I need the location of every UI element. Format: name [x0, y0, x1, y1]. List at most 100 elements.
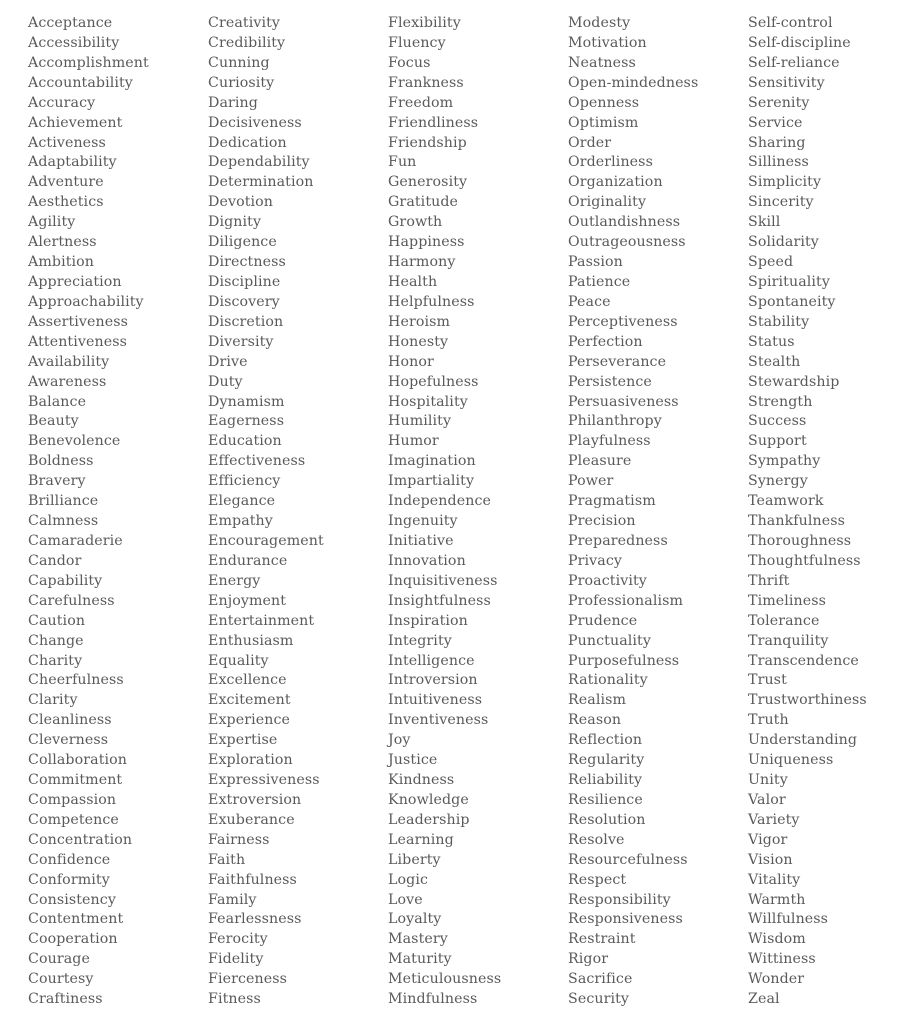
value-word: Truth — [748, 712, 789, 729]
value-word: Boldness — [28, 453, 94, 470]
value-word: Fierceness — [208, 971, 287, 988]
value-word: Energy — [208, 572, 261, 589]
value-word: Accessibility — [28, 34, 120, 51]
value-word: Learning — [388, 831, 454, 848]
value-word: Meticulousness — [388, 971, 502, 988]
value-word: Resilience — [568, 791, 643, 808]
value-word: Unity — [748, 772, 788, 789]
value-word: Sharing — [748, 134, 806, 151]
value-word: Happiness — [388, 234, 465, 251]
value-word: Faith — [208, 851, 246, 868]
value-word: Reason — [568, 712, 622, 729]
value-word: Compassion — [28, 791, 117, 808]
value-word: Change — [28, 632, 84, 649]
value-word: Justice — [388, 752, 438, 769]
value-word: Dignity — [208, 214, 262, 231]
value-word: Perceptiveness — [568, 313, 678, 330]
value-word: Status — [748, 333, 795, 350]
value-word: Vigor — [748, 831, 788, 848]
value-word: Sincerity — [748, 194, 814, 211]
value-word: Family — [208, 891, 257, 908]
value-word: Integrity — [388, 632, 452, 649]
value-word: Fidelity — [208, 951, 264, 968]
value-word: Honor — [388, 353, 434, 370]
value-word: Effectiveness — [208, 453, 306, 470]
value-word: Cheerfulness — [28, 672, 124, 689]
value-word: Introversion — [388, 672, 478, 689]
value-word: Expressiveness — [208, 772, 320, 789]
value-word: Tranquility — [748, 632, 829, 649]
value-word: Frankness — [388, 74, 464, 91]
value-word: Awareness — [28, 373, 107, 390]
value-word: Humility — [388, 413, 452, 430]
value-word: Love — [388, 891, 423, 908]
value-word: Playfulness — [568, 433, 651, 450]
value-word: Accountability — [28, 74, 133, 91]
value-word: Camaraderie — [28, 532, 123, 549]
value-word: Experience — [208, 712, 291, 729]
value-word: Availability — [28, 353, 110, 370]
value-word: Pragmatism — [568, 493, 656, 510]
value-word: Logic — [388, 871, 429, 888]
value-word: Purposefulness — [568, 652, 680, 669]
value-word: Order — [568, 134, 612, 151]
value-word: Imagination — [388, 453, 476, 470]
value-word: Timeliness — [748, 592, 827, 609]
value-word: Independence — [388, 493, 491, 510]
value-word: Benevolence — [28, 433, 121, 450]
value-word: Silliness — [748, 154, 809, 171]
value-word: Enjoyment — [208, 592, 287, 609]
value-word: Empathy — [208, 513, 273, 530]
value-word: Thrift — [748, 572, 790, 589]
value-word: Faithfulness — [208, 871, 297, 888]
value-word: Dependability — [208, 154, 310, 171]
value-word: Efficiency — [208, 473, 281, 490]
value-word: Contentment — [28, 911, 124, 928]
value-word: Punctuality — [568, 632, 651, 649]
value-word: Self-reliance — [748, 54, 840, 71]
value-word: Endurance — [208, 552, 288, 569]
value-word: Candor — [28, 552, 82, 569]
value-word: Loyalty — [388, 911, 442, 928]
value-word: Outlandishness — [568, 214, 681, 231]
value-word: Trustworthiness — [748, 692, 867, 709]
value-word: Aesthetics — [28, 194, 104, 211]
value-word: Realism — [568, 692, 627, 709]
value-word: Entertainment — [208, 612, 315, 629]
value-word: Reflection — [568, 732, 643, 749]
value-word: Modesty — [568, 15, 631, 31]
value-word: Enthusiasm — [208, 632, 294, 649]
value-word: Resolution — [568, 811, 646, 828]
value-word: Impartiality — [388, 473, 475, 490]
value-word: Commitment — [28, 772, 123, 789]
value-word: Cooperation — [28, 931, 118, 948]
value-word: Maturity — [388, 951, 452, 968]
value-word: Generosity — [388, 174, 468, 191]
value-word: Speed — [748, 254, 794, 271]
value-word: Persistence — [568, 373, 652, 390]
value-word: Adventure — [28, 174, 104, 191]
value-word: Insightfulness — [388, 592, 491, 609]
value-word: Fairness — [208, 831, 270, 848]
value-word: Thankfulness — [748, 513, 846, 530]
value-word: Self-control — [748, 15, 833, 31]
value-word: Inventiveness — [388, 712, 489, 729]
value-word: Stewardship — [748, 373, 840, 390]
value-word: Success — [748, 413, 807, 430]
value-word: Passion — [568, 254, 623, 271]
value-word: Hospitality — [388, 393, 468, 410]
value-word: Mastery — [388, 931, 448, 948]
value-word: Wonder — [748, 971, 805, 988]
value-word: Motivation — [568, 34, 647, 51]
value-word: Adaptability — [28, 154, 117, 171]
word-column: Flexibility Fluency Focus Frankness Freedom F… — [388, 14, 501, 1010]
value-word: Expertise — [208, 732, 278, 749]
value-word: Responsibility — [568, 891, 671, 908]
value-word: Solidarity — [748, 234, 819, 251]
value-word: Persuasiveness — [568, 393, 679, 410]
value-word: Precision — [568, 513, 636, 530]
value-word: Capability — [28, 572, 103, 589]
value-word: Variety — [748, 811, 800, 828]
value-word: Synergy — [748, 473, 808, 490]
value-word: Inquisitiveness — [388, 572, 498, 589]
